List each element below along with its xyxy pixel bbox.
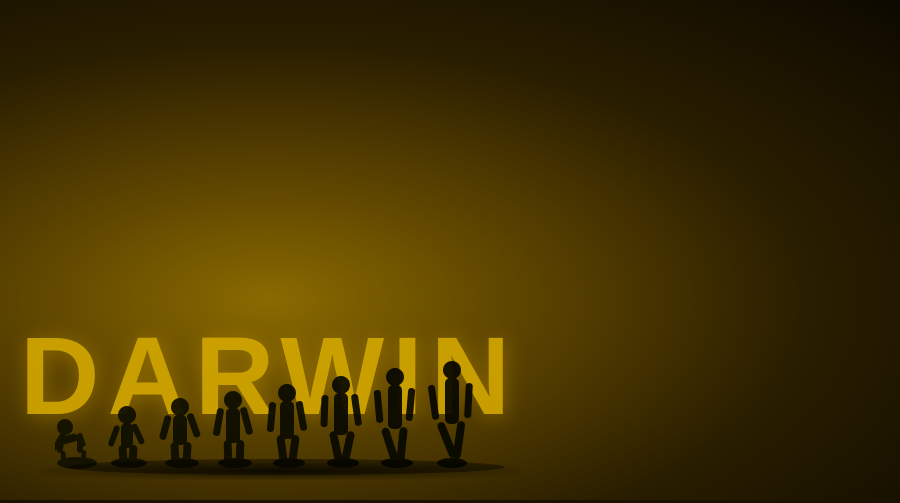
evolution-silhouettes [55,315,515,475]
diagram-lines [460,0,900,500]
signal-flow-diagram: Config PCM DSD Clock FIR Filter NOS DSDP… [460,0,900,500]
